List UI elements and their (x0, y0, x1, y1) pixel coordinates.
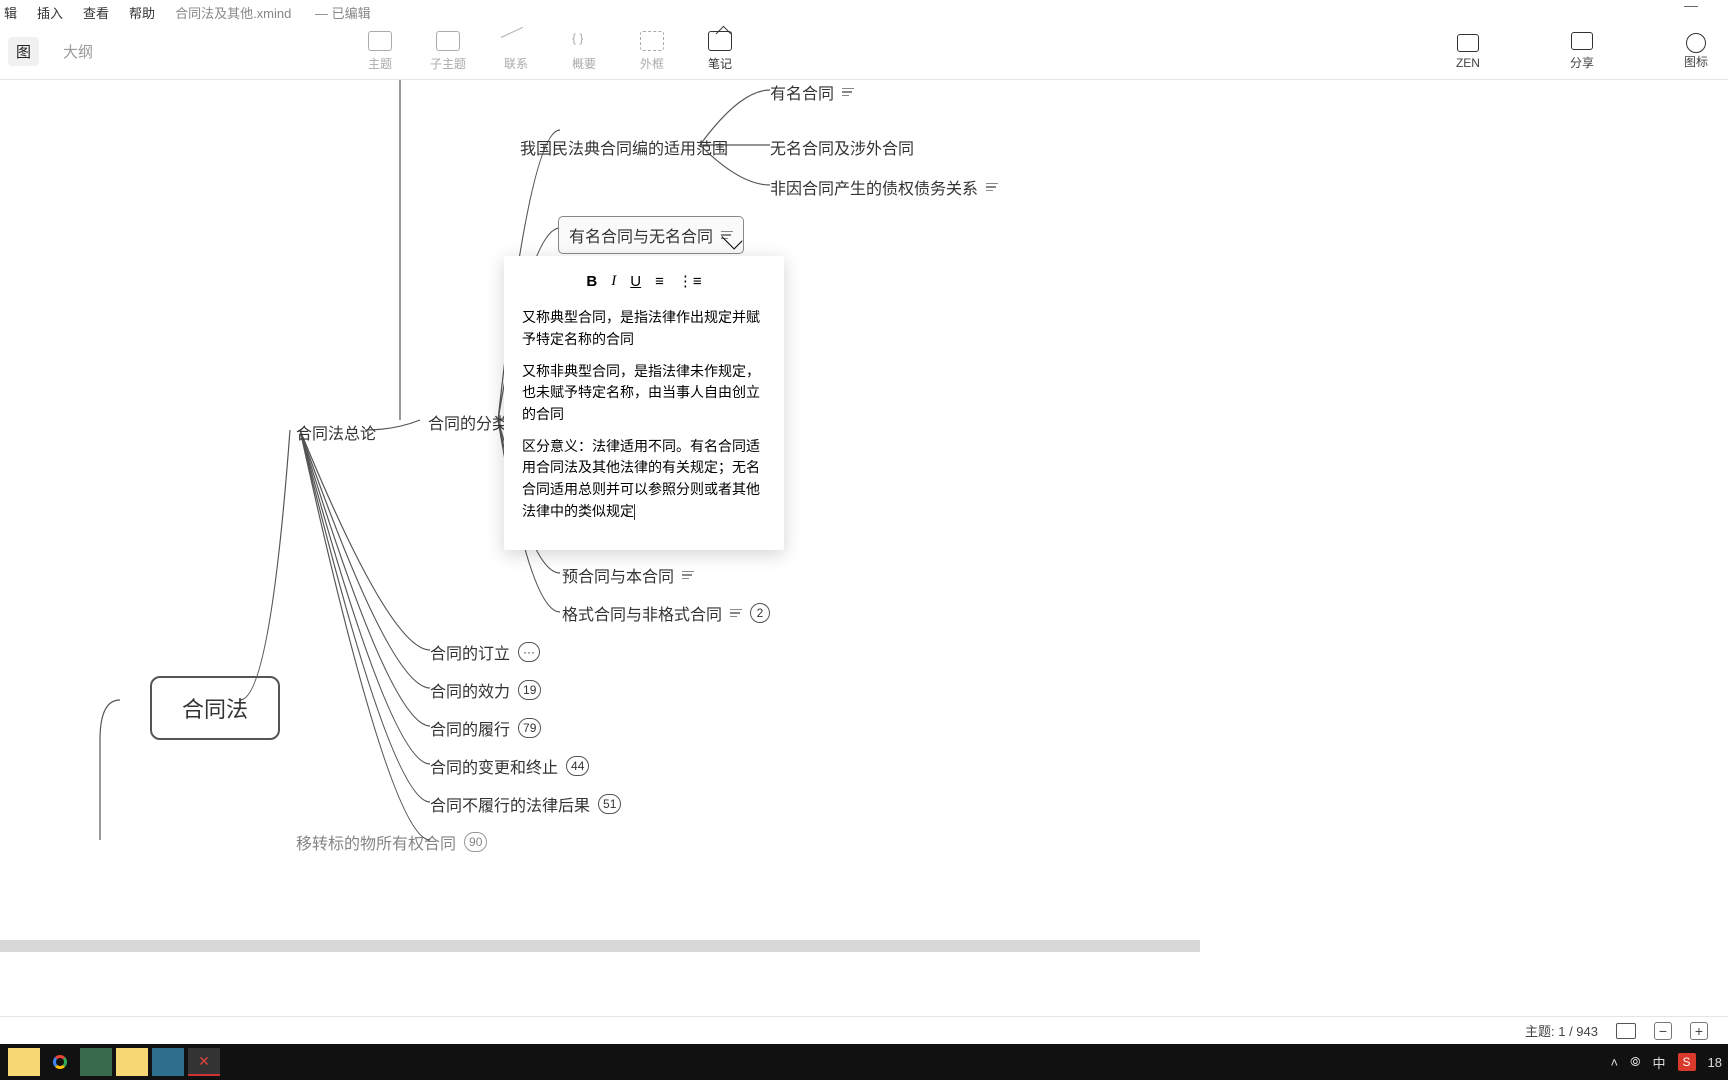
node-label: 有名合同 (770, 80, 834, 104)
node-performance[interactable]: 合同的履行 79 (430, 716, 541, 740)
node-label: 合同的变更和终止 (430, 754, 558, 778)
node-root[interactable]: 合同法 (150, 676, 280, 740)
child-count-badge[interactable]: 79 (518, 718, 541, 738)
mindmap-canvas[interactable]: 合同法 合同法总论 合同的分类 我国民法典合同编的适用范围 有名合同 无名合同及… (0, 80, 1728, 1016)
node-selected[interactable]: 有名合同与无名合同 (558, 216, 744, 254)
toolbar: 图 大纲 主题 子主题 联系 { }概要 外框 笔记 ZEN 分享 图标 (0, 24, 1728, 80)
node-classification[interactable]: 合同的分类 (428, 410, 508, 434)
node-label: 有名合同与无名合同 (569, 223, 713, 247)
tool-iconlib[interactable]: 图标 (1684, 33, 1708, 70)
node-scope[interactable]: 我国民法典合同编的适用范围 (520, 135, 728, 159)
node-label: 合同法 (182, 692, 248, 724)
tool-boundary[interactable]: 外框 (632, 31, 672, 72)
node-label: 合同的效力 (430, 678, 510, 702)
tray-chevron-icon[interactable]: ˄ (1611, 1055, 1619, 1070)
zoom-out-button[interactable]: − (1654, 1022, 1672, 1040)
taskbar-explorer-icon[interactable] (8, 1048, 40, 1076)
node-precontract[interactable]: 预合同与本合同 (562, 563, 694, 587)
node-label: 无名合同及涉外合同 (770, 135, 914, 159)
menu-help[interactable]: 帮助 (129, 3, 155, 22)
tray-sogou-icon[interactable]: S (1678, 1053, 1696, 1071)
taskbar-icon[interactable] (80, 1048, 112, 1076)
windows-taskbar: ✕ ˄ ⦾ 中 S 18 (0, 1044, 1728, 1080)
text-caret (634, 504, 635, 520)
node-label: 合同的订立 (430, 640, 510, 664)
node-non-contract-debt[interactable]: 非因合同产生的债权债务关系 (770, 175, 998, 199)
node-nonperformance[interactable]: 合同不履行的法律后果 51 (430, 792, 621, 816)
tool-share[interactable]: 分享 (1570, 32, 1594, 71)
note-paragraph[interactable]: 又称典型合同，是指法律作出规定并赋予特定名称的合同 (522, 307, 766, 350)
menu-view[interactable]: 查看 (83, 3, 109, 22)
child-count-badge[interactable]: 19 (518, 680, 541, 700)
note-icon[interactable] (682, 571, 694, 580)
italic-button[interactable]: I (611, 270, 616, 293)
node-modification[interactable]: 合同的变更和终止 44 (430, 754, 589, 778)
document-title: 合同法及其他.xmind — 已编辑 (175, 3, 391, 22)
node-label: 合同的履行 (430, 716, 510, 740)
node-validity[interactable]: 合同的效力 19 (430, 678, 541, 702)
underline-button[interactable]: U (630, 270, 641, 293)
taskbar-chrome-icon[interactable] (44, 1048, 76, 1076)
menu-insert[interactable]: 插入 (37, 3, 63, 22)
node-label: 我国民法典合同编的适用范围 (520, 135, 728, 159)
note-icon[interactable] (986, 183, 998, 192)
note-icon[interactable] (730, 609, 742, 618)
node-label: 合同不履行的法律后果 (430, 792, 590, 816)
node-unnamed-contract[interactable]: 无名合同及涉外合同 (770, 135, 914, 159)
node-transfer[interactable]: 移转标的物所有权合同 90 (296, 830, 487, 854)
tool-subtopic[interactable]: 子主题 (428, 31, 468, 72)
format-toolbar: B I U ≡ ⋮≡ (522, 270, 766, 293)
zoom-in-button[interactable]: + (1690, 1022, 1708, 1040)
tray-ime[interactable]: 中 (1653, 1053, 1666, 1072)
node-formation[interactable]: 合同的订立 ··· (430, 640, 540, 664)
node-label: 移转标的物所有权合同 (296, 830, 456, 854)
status-bar: 主题: 1 / 943 − + (0, 1016, 1728, 1044)
note-editor-popup[interactable]: B I U ≡ ⋮≡ 又称典型合同，是指法律作出规定并赋予特定名称的合同 又称非… (504, 256, 784, 550)
child-count-badge[interactable]: ··· (518, 642, 540, 662)
ordered-list-button[interactable]: ⋮≡ (678, 270, 702, 293)
node-label: 预合同与本合同 (562, 563, 674, 587)
taskbar-icon[interactable] (152, 1048, 184, 1076)
note-paragraph[interactable]: 区分意义：法律适用不同。有名合同适用合同法及其他法律的有关规定；无名合同适用总则… (522, 436, 766, 523)
menu-bar: 辑 插入 查看 帮助 合同法及其他.xmind — 已编辑 (0, 0, 1728, 24)
bullet-list-button[interactable]: ≡ (655, 270, 664, 293)
connector-lines (0, 80, 1728, 1016)
tray-clock[interactable]: 18 (1708, 1055, 1722, 1070)
tool-note[interactable]: 笔记 (700, 31, 740, 72)
minimap-icon[interactable] (1616, 1023, 1636, 1039)
topic-count: 主题: 1 / 943 (1525, 1021, 1598, 1040)
child-count-badge[interactable]: 90 (464, 832, 487, 852)
note-icon[interactable] (842, 88, 854, 97)
tool-zen[interactable]: ZEN (1456, 34, 1480, 70)
child-count-badge[interactable]: 44 (566, 756, 589, 776)
tool-relation[interactable]: 联系 (496, 31, 536, 72)
bold-button[interactable]: B (586, 270, 597, 293)
node-format[interactable]: 格式合同与非格式合同 2 (562, 601, 770, 625)
node-label: 格式合同与非格式合同 (562, 601, 722, 625)
horizontal-scrollbar[interactable] (0, 940, 1200, 952)
note-paragraph[interactable]: 又称非典型合同，是指法律未作规定，也未赋予特定名称，由当事人自由创立的合同 (522, 361, 766, 426)
tool-topic[interactable]: 主题 (360, 31, 400, 72)
taskbar-icon[interactable] (116, 1048, 148, 1076)
minimize-icon[interactable] (1684, 6, 1698, 7)
tool-summary[interactable]: { }概要 (564, 31, 604, 72)
scrollbar-thumb[interactable] (0, 940, 1200, 952)
node-overview[interactable]: 合同法总论 (296, 420, 376, 444)
node-named-contract[interactable]: 有名合同 (770, 80, 854, 104)
tab-outline[interactable]: 大纲 (55, 37, 101, 66)
taskbar-xmind-icon[interactable]: ✕ (188, 1048, 220, 1076)
node-label: 非因合同产生的债权债务关系 (770, 175, 978, 199)
node-label: 合同的分类 (428, 410, 508, 434)
child-count-badge[interactable]: 2 (750, 603, 770, 623)
tab-mindmap[interactable]: 图 (8, 37, 39, 66)
child-count-badge[interactable]: 51 (598, 794, 621, 814)
smile-icon (1686, 33, 1706, 53)
node-label: 合同法总论 (296, 420, 376, 444)
menu-edit[interactable]: 辑 (4, 3, 17, 22)
tray-wifi-icon[interactable]: ⦾ (1630, 1054, 1640, 1070)
